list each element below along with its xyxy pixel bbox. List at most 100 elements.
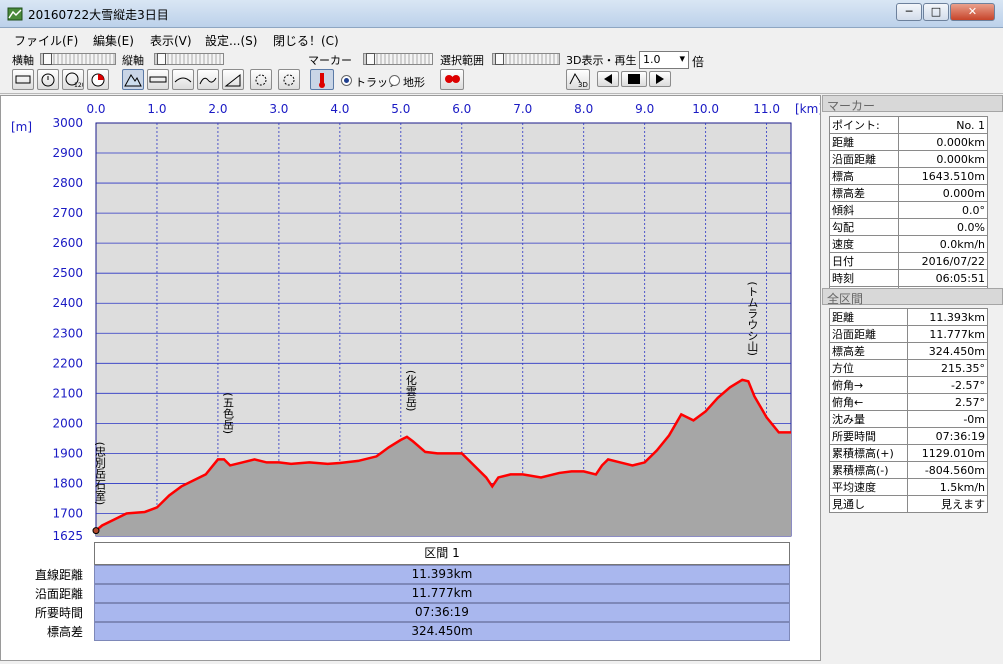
all-section-key: 沈み量 bbox=[828, 410, 909, 428]
selection-marker-button[interactable] bbox=[440, 69, 464, 90]
flat-icon bbox=[149, 76, 167, 83]
chevron-down-icon: ▾ bbox=[679, 52, 685, 65]
all-section-row: 標高差 324.450m bbox=[828, 342, 988, 360]
stop-button[interactable] bbox=[621, 71, 647, 87]
slider-knob[interactable] bbox=[366, 53, 375, 65]
all-section-value: 11.393km bbox=[907, 308, 988, 326]
menu-file[interactable]: ファイル(F) bbox=[14, 32, 78, 49]
y-tick-label: 2000 bbox=[52, 416, 83, 430]
y-tick-label: 2800 bbox=[52, 176, 83, 190]
flat-view-button[interactable] bbox=[147, 69, 169, 90]
horizontal-axis-slider[interactable] bbox=[40, 53, 116, 65]
maximize-button[interactable]: □ bbox=[923, 3, 949, 21]
all-section-key: 沿面距離 bbox=[828, 325, 909, 343]
x-tick-label: 3.0 bbox=[269, 102, 288, 116]
all-section-value: 11.777km bbox=[907, 325, 988, 343]
menu-settings[interactable]: 設定...(S) bbox=[205, 32, 257, 49]
mountain-view-button[interactable] bbox=[122, 69, 144, 90]
x-tick-label: 1.0 bbox=[147, 102, 166, 116]
clock-icon bbox=[41, 73, 55, 87]
zoom-text: 120 bbox=[74, 82, 83, 89]
all-section-value: 2.57° bbox=[907, 393, 988, 411]
curve-icon bbox=[199, 77, 217, 85]
stats-value-required-time: 07:36:19 bbox=[94, 603, 790, 622]
marker-info-row: 時刻 06:05:51 bbox=[829, 269, 989, 287]
marker-info-key: 勾配 bbox=[829, 218, 899, 236]
marker-info-row: 標高差 0.000m bbox=[829, 184, 989, 202]
all-section-title: 全区間 bbox=[822, 288, 1003, 306]
menu-edit[interactable]: 編集(E) bbox=[93, 32, 134, 49]
thermometer-icon bbox=[319, 73, 325, 88]
all-section-key: 所要時間 bbox=[828, 427, 909, 445]
curve-view-button[interactable] bbox=[197, 69, 219, 90]
selection-range-slider[interactable] bbox=[492, 53, 560, 65]
minimize-button[interactable]: ─ bbox=[896, 3, 922, 21]
pie-button[interactable] bbox=[87, 69, 109, 90]
x-tick-label: 10.0 bbox=[692, 102, 719, 116]
marker-slider[interactable] bbox=[363, 53, 433, 65]
mountain-icon bbox=[124, 74, 142, 87]
menu-view[interactable]: 表示(V) bbox=[150, 32, 192, 49]
close-button[interactable]: ✕ bbox=[950, 3, 995, 21]
3d-icon: 3D bbox=[569, 72, 588, 89]
y-tick-label: 2400 bbox=[52, 296, 83, 310]
all-section-value: -0m bbox=[907, 410, 988, 428]
stats-label-elevation-diff: 標高差 bbox=[46, 625, 83, 639]
fit-width-button[interactable] bbox=[12, 69, 34, 90]
zoom-button[interactable]: 120 bbox=[62, 69, 86, 90]
marker-info-row: 傾斜 0.0° bbox=[829, 201, 989, 219]
peak-label: (化雲岳) bbox=[404, 370, 417, 412]
marker-button[interactable] bbox=[310, 69, 334, 90]
menu-close[interactable]: 閉じる！(C) bbox=[273, 32, 339, 49]
y-tick-label: 1625 bbox=[52, 529, 83, 540]
marker-info-key: 標高差 bbox=[829, 184, 899, 202]
stats-value-elevation-diff: 324.450m bbox=[94, 622, 790, 641]
speed-select[interactable]: 1.0 ▾ bbox=[639, 51, 689, 69]
marker-info-table: ポイント: No. 1 距離 0.000km 沿面距離 0.000km 標高 1643.510… bbox=[829, 116, 989, 304]
all-section-value: -2.57° bbox=[907, 376, 988, 394]
marker-info-value: 06:05:51 bbox=[897, 269, 989, 287]
rewind-button[interactable] bbox=[597, 71, 619, 87]
menu-bar: ファイル(F) 編集(E) 表示(V) 設定...(S) 閉じる！(C) bbox=[0, 29, 1003, 50]
all-section-row: 俯角← 2.57° bbox=[828, 393, 988, 411]
marker-info-key: 日付 bbox=[829, 252, 899, 270]
all-section-row: 沿面距離 11.777km bbox=[828, 325, 988, 343]
marker-info-value: 0.0km/h bbox=[897, 235, 989, 253]
elevation-chart[interactable]: [m] [km] 0.0 1.0 2.0 3.0 4.0 5.0 6.0 7.0 8.0 9.0 1… bbox=[1, 96, 820, 540]
3d-view-button[interactable]: 3D bbox=[566, 69, 590, 90]
app-icon bbox=[7, 7, 23, 21]
all-section-row: 沈み量 -0m bbox=[828, 410, 988, 428]
marker-info-value: 0.000km bbox=[897, 150, 989, 168]
play-button[interactable] bbox=[649, 71, 671, 87]
clock-button[interactable] bbox=[37, 69, 59, 90]
slider-knob[interactable] bbox=[157, 53, 166, 65]
x-tick-label: 8.0 bbox=[574, 102, 593, 116]
arc-icon bbox=[174, 77, 192, 83]
all-section-key: 距離 bbox=[828, 308, 909, 326]
x-tick-labels: 0.0 1.0 2.0 3.0 4.0 5.0 6.0 7.0 8.0 9.0 10.0 11.0 bbox=[86, 102, 780, 116]
marker-info-key: 速度 bbox=[829, 235, 899, 253]
x-unit-label: [km] bbox=[795, 102, 820, 116]
3d-play-label: 3D表示・再生 bbox=[566, 54, 637, 67]
section-header[interactable]: 区間 1 bbox=[94, 542, 790, 565]
marker-label: マーカー bbox=[308, 54, 352, 67]
all-section-row: 方位 215.35° bbox=[828, 359, 988, 377]
marker-info-row: 速度 0.0km/h bbox=[829, 235, 989, 253]
peak-label: (忠別岳石室) bbox=[94, 442, 107, 506]
track-radio[interactable] bbox=[341, 75, 352, 86]
selection-range-label: 選択範囲 bbox=[440, 54, 484, 67]
slope-icon bbox=[224, 73, 241, 87]
slider-knob[interactable] bbox=[43, 53, 52, 65]
slider-knob[interactable] bbox=[495, 53, 504, 65]
marker-info-key: 時刻 bbox=[829, 269, 899, 287]
gear-button[interactable] bbox=[250, 69, 272, 90]
marker-info-row: ポイント: No. 1 bbox=[829, 116, 989, 134]
slope-button[interactable] bbox=[222, 69, 244, 90]
stats-label-surface-distance: 沿面距離 bbox=[34, 587, 83, 601]
all-section-row: 見通し 見えます bbox=[828, 495, 988, 513]
settings-button[interactable] bbox=[278, 69, 300, 90]
vertical-axis-slider[interactable] bbox=[154, 53, 224, 65]
terrain-radio[interactable] bbox=[389, 75, 400, 86]
arc-view-button[interactable] bbox=[172, 69, 194, 90]
all-section-key: 標高差 bbox=[828, 342, 909, 360]
